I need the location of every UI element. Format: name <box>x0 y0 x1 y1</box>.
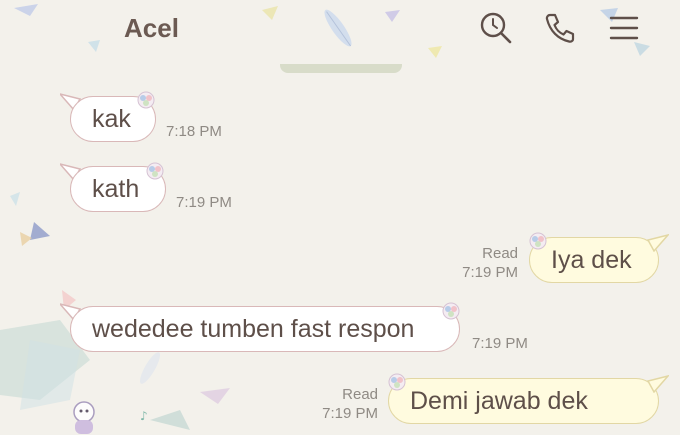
search-icon[interactable] <box>478 10 514 46</box>
flower-icon <box>442 302 460 320</box>
flower-icon <box>388 373 406 391</box>
read-receipt: Read <box>342 386 378 403</box>
message-time: 7:19 PM <box>472 335 528 352</box>
message-time: 7:19 PM <box>462 264 518 281</box>
pull-handle[interactable] <box>280 64 402 73</box>
message-time: 7:18 PM <box>166 123 222 140</box>
message-time: 7:19 PM <box>322 405 378 422</box>
flower-icon <box>529 232 547 250</box>
svg-text:♪: ♪ <box>140 409 148 423</box>
message-text: Demi jawab dek <box>410 387 588 415</box>
flower-icon <box>137 91 155 109</box>
message-text: kak <box>92 105 131 133</box>
read-receipt: Read <box>482 245 518 262</box>
chat-title: Acel <box>124 13 179 43</box>
message-bubble[interactable]: wededee tumben fast respon <box>70 306 460 352</box>
message-bubble[interactable]: Iya dek <box>529 237 659 283</box>
flower-icon <box>146 162 164 180</box>
message-text: kath <box>92 175 140 203</box>
bubble-tail <box>647 375 669 393</box>
menu-icon[interactable] <box>606 10 642 46</box>
chat-header: Acel <box>0 0 680 60</box>
phone-icon[interactable] <box>542 10 578 46</box>
message-text: wededee tumben fast respon <box>92 315 415 343</box>
message-text: Iya dek <box>551 246 632 274</box>
bubble-tail <box>647 234 669 252</box>
message-bubble[interactable]: Demi jawab dek <box>388 378 659 424</box>
message-time: 7:19 PM <box>176 194 232 211</box>
